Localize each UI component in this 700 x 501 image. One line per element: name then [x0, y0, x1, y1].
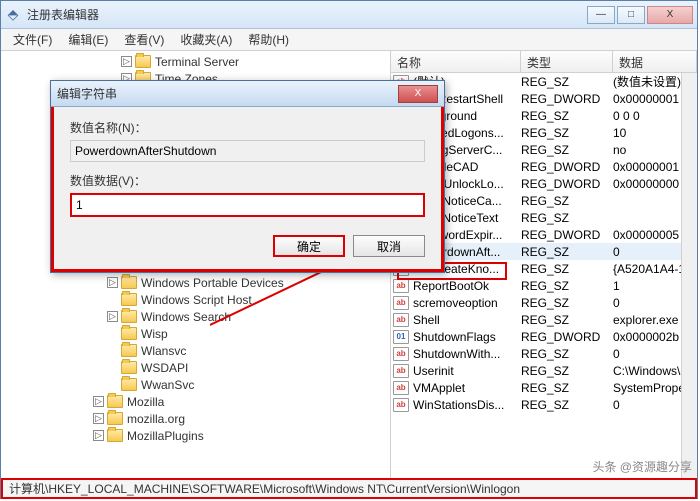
statusbar: 计算机\HKEY_LOCAL_MACHINE\SOFTWARE\Microsof… — [1, 478, 697, 499]
expand-icon[interactable]: ▷ — [93, 413, 104, 424]
folder-icon — [121, 310, 137, 323]
edit-string-dialog: 编辑字符串 X 数值名称(N)： 数值数据(V)： 确定 取消 — [50, 80, 445, 273]
value-data-label: 数值数据(V)： — [70, 172, 425, 189]
ok-button[interactable]: 确定 — [273, 235, 345, 257]
header-data[interactable]: 数据 — [613, 51, 697, 72]
menu-edit[interactable]: 编辑(E) — [60, 29, 116, 50]
tree-item[interactable]: Wisp — [1, 325, 390, 342]
tree-item[interactable]: WwanSvc — [1, 376, 390, 393]
folder-icon — [121, 344, 137, 357]
close-button[interactable]: X — [647, 6, 693, 24]
string-icon: ab — [393, 279, 409, 293]
maximize-button[interactable]: □ — [617, 6, 645, 24]
expand-icon[interactable]: ▷ — [93, 430, 104, 441]
tree-item[interactable]: Wlansvc — [1, 342, 390, 359]
value-name-input — [70, 140, 425, 162]
watermark: 头条 @资源趣分享 — [592, 458, 692, 475]
cancel-button[interactable]: 取消 — [353, 235, 425, 257]
titlebar[interactable]: ⬘ 注册表编辑器 — □ X — [1, 1, 697, 29]
header-type[interactable]: 类型 — [521, 51, 613, 72]
string-icon: ab — [393, 347, 409, 361]
menu-view[interactable]: 查看(V) — [116, 29, 172, 50]
scrollbar[interactable] — [681, 73, 697, 478]
list-row[interactable]: abUserinitREG_SZC:\Windows\sy — [391, 362, 697, 379]
tree-item[interactable]: ▷Terminal Server — [1, 53, 390, 70]
tree-item[interactable]: ▷Windows Search — [1, 308, 390, 325]
expand-icon[interactable]: ▷ — [121, 56, 132, 67]
folder-icon — [121, 293, 137, 306]
value-name-label: 数值名称(N)： — [70, 119, 425, 136]
tree-item[interactable]: ▷MozillaPlugins — [1, 427, 390, 444]
folder-icon — [121, 276, 137, 289]
expand-icon[interactable]: ▷ — [107, 311, 118, 322]
folder-icon — [107, 429, 123, 442]
string-icon: ab — [393, 381, 409, 395]
list-row[interactable]: abReportBootOkREG_SZ1 — [391, 277, 697, 294]
string-icon: ab — [393, 398, 409, 412]
dialog-close-button[interactable]: X — [398, 85, 438, 103]
folder-icon — [121, 361, 137, 374]
binary-icon: 01 — [393, 330, 409, 344]
minimize-button[interactable]: — — [587, 6, 615, 24]
folder-icon — [135, 55, 151, 68]
string-icon: ab — [393, 313, 409, 327]
menu-help[interactable]: 帮助(H) — [240, 29, 297, 50]
list-row[interactable]: abscremoveoptionREG_SZ0 — [391, 294, 697, 311]
tree-item[interactable]: ▷Mozilla — [1, 393, 390, 410]
dialog-title: 编辑字符串 — [57, 85, 398, 102]
folder-icon — [121, 378, 137, 391]
value-data-input[interactable] — [70, 193, 425, 217]
header-name[interactable]: 名称 — [391, 51, 521, 72]
string-icon: ab — [393, 364, 409, 378]
expand-icon[interactable]: ▷ — [107, 277, 118, 288]
string-icon: ab — [393, 296, 409, 310]
folder-icon — [121, 327, 137, 340]
folder-icon — [107, 412, 123, 425]
list-row[interactable]: 01ShutdownFlagsREG_DWORD0x0000002b (4 — [391, 328, 697, 345]
list-row[interactable]: abVMAppletREG_SZSystemPropert — [391, 379, 697, 396]
list-row[interactable]: abShellREG_SZexplorer.exe — [391, 311, 697, 328]
expand-icon[interactable]: ▷ — [93, 396, 104, 407]
list-row[interactable]: abShutdownWith...REG_SZ0 — [391, 345, 697, 362]
app-icon: ⬘ — [5, 7, 21, 23]
menu-file[interactable]: 文件(F) — [5, 29, 60, 50]
list-header[interactable]: 名称 类型 数据 — [391, 51, 697, 73]
dialog-titlebar[interactable]: 编辑字符串 X — [51, 81, 444, 107]
folder-icon — [107, 395, 123, 408]
tree-item[interactable]: Windows Script Host — [1, 291, 390, 308]
window-title: 注册表编辑器 — [27, 6, 585, 23]
tree-item[interactable]: ▷mozilla.org — [1, 410, 390, 427]
tree-item[interactable]: ▷Windows Portable Devices — [1, 274, 390, 291]
menubar: 文件(F) 编辑(E) 查看(V) 收藏夹(A) 帮助(H) — [1, 29, 697, 51]
tree-item[interactable]: WSDAPI — [1, 359, 390, 376]
list-row[interactable]: abWinStationsDis...REG_SZ0 — [391, 396, 697, 413]
menu-favorites[interactable]: 收藏夹(A) — [172, 29, 240, 50]
